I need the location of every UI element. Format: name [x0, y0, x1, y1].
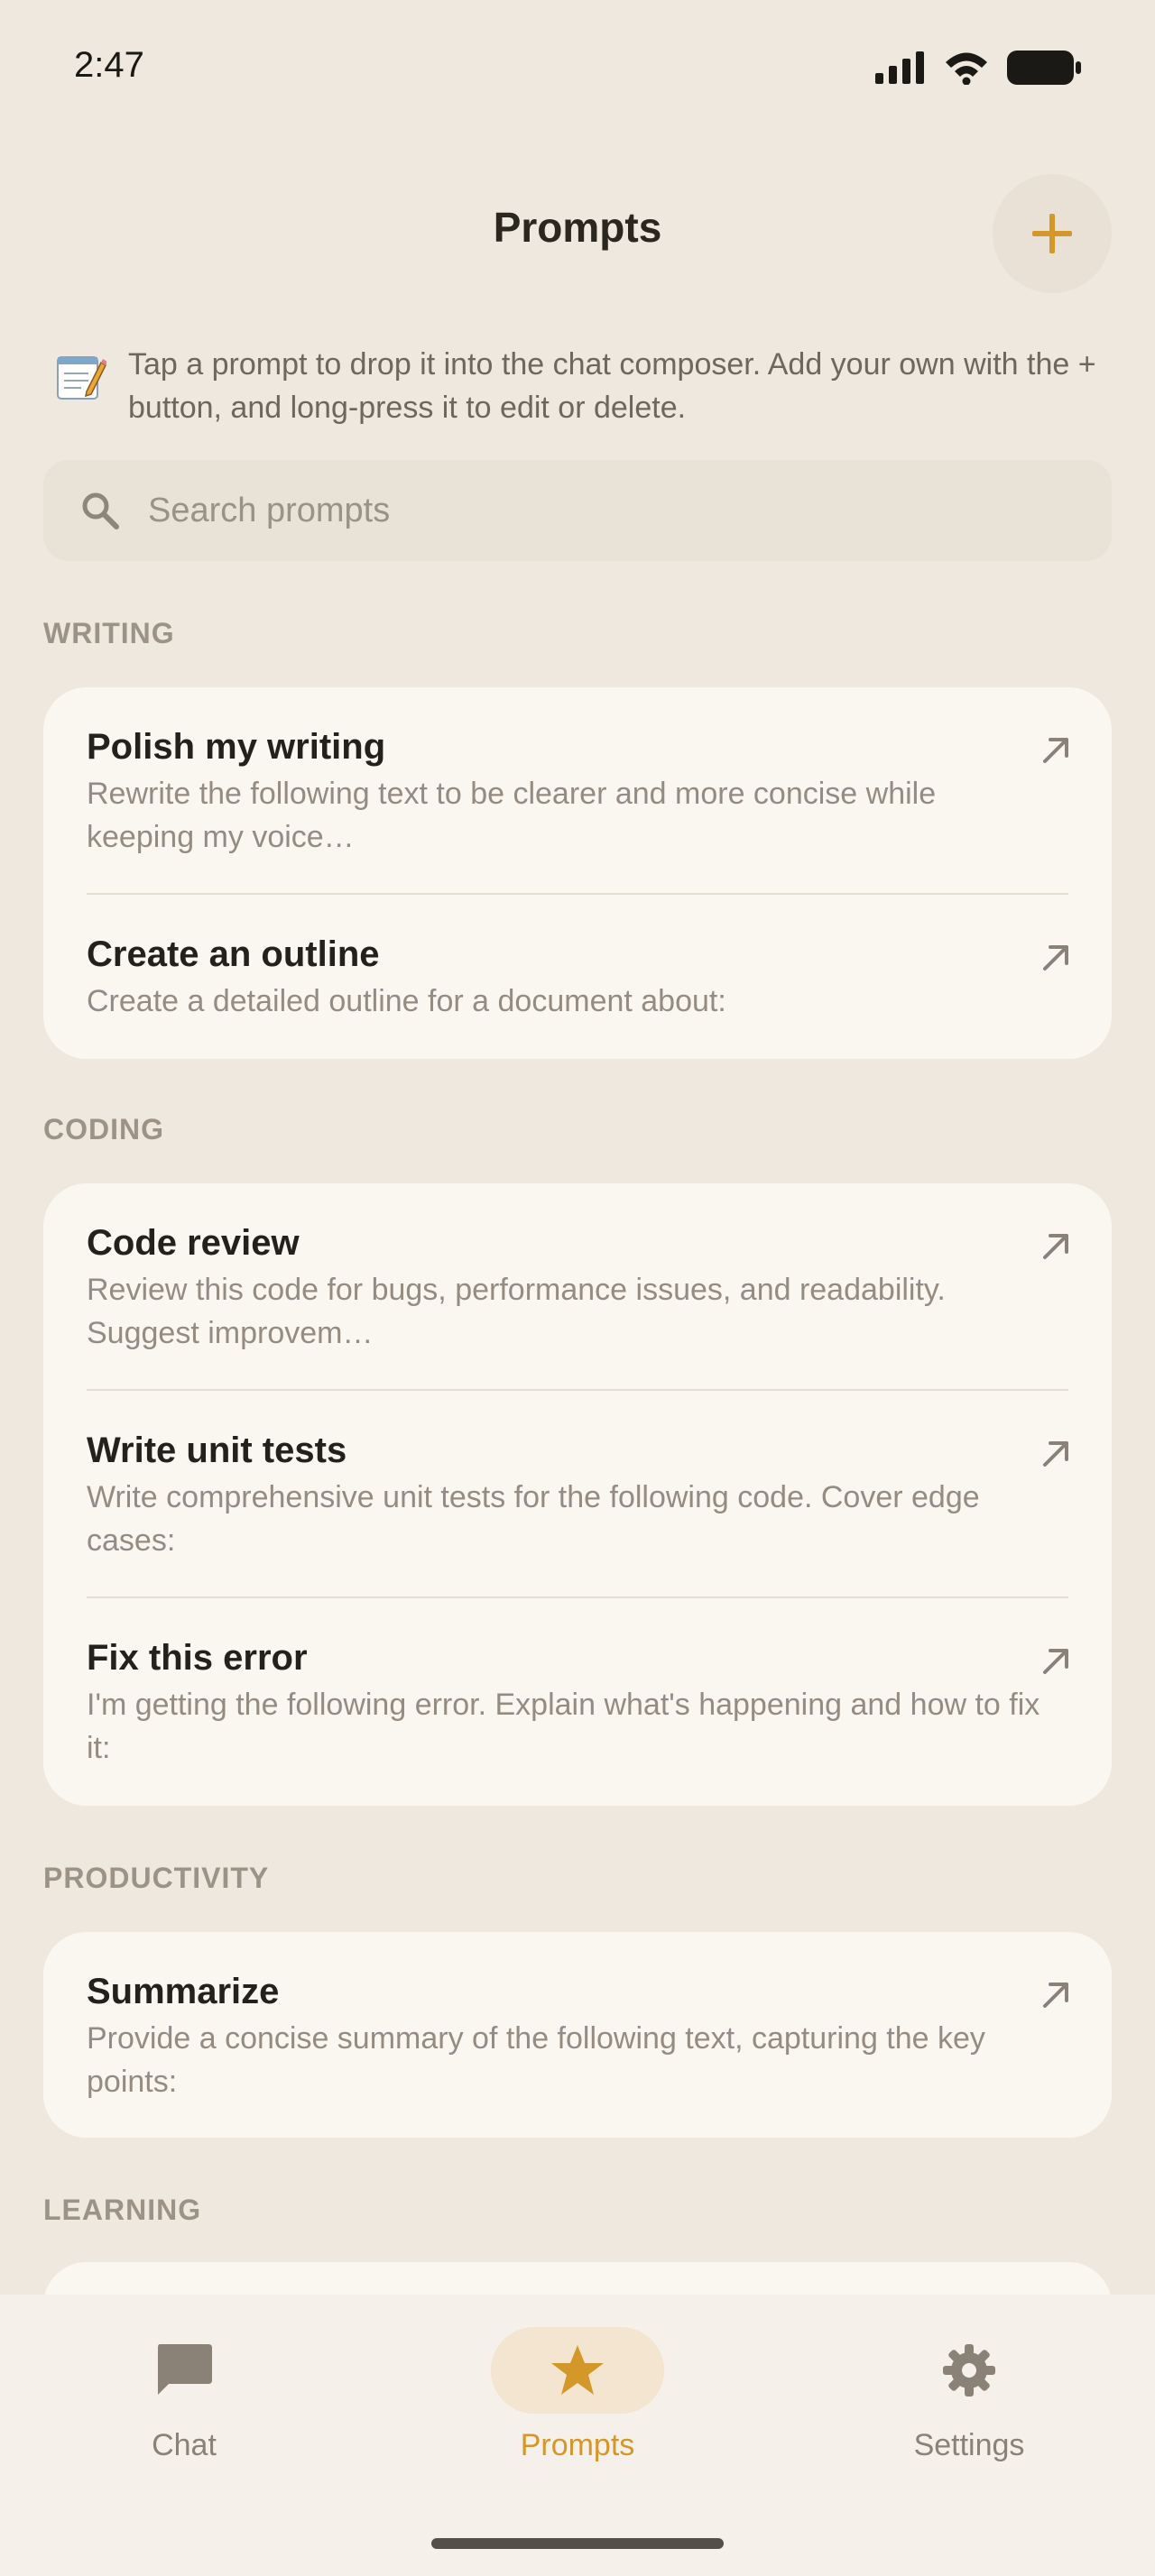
section-label-coding: CODING — [43, 1113, 164, 1145]
prompt-item-summarize[interactable]: Summarize Provide a concise summary of t… — [87, 1968, 1068, 2103]
insert-arrow-icon — [1043, 738, 1068, 763]
section-card-productivity: Summarize Provide a concise summary of t… — [43, 1932, 1112, 2138]
prompt-title: Fix this error — [87, 1638, 308, 1678]
prompt-item-create-an-outline[interactable]: Create an outline Create a detailed outl… — [87, 931, 1068, 1023]
section-label-learning: LEARNING — [43, 2194, 202, 2226]
status-time: 2:47 — [74, 45, 144, 85]
divider — [87, 1596, 1068, 1598]
wifi-icon — [946, 52, 987, 85]
section-card-coding: Code review Review this code for bugs, p… — [43, 1183, 1112, 1806]
insert-arrow-icon — [1043, 945, 1068, 971]
nav-label: Prompts — [520, 2428, 635, 2462]
battery-icon — [1007, 51, 1081, 85]
prompt-title: Polish my writing — [87, 727, 386, 767]
insert-arrow-icon — [1043, 1234, 1068, 1259]
prompts-screen: 2:47 Prompts Tap a prompt to drop it int… — [0, 0, 1155, 2576]
prompt-title: Code review — [87, 1223, 300, 1263]
insert-arrow-icon — [1043, 1983, 1068, 2008]
status-bar: 2:47 — [0, 0, 1155, 135]
insert-arrow-icon — [1043, 1649, 1068, 1674]
star-icon — [551, 2345, 604, 2395]
divider — [87, 1389, 1068, 1391]
page-title: Prompts — [493, 204, 662, 251]
prompt-description: I'm getting the following error. Explain… — [87, 1688, 1040, 1765]
prompt-item-code-review[interactable]: Code review Review this code for bugs, p… — [87, 1219, 1068, 1355]
gear-icon — [943, 2344, 995, 2397]
prompt-title: Summarize — [87, 1972, 280, 2011]
chat-bubble-icon — [158, 2344, 212, 2395]
prompt-item-write-unit-tests[interactable]: Write unit tests Write comprehensive uni… — [87, 1427, 1068, 1562]
nav-icon-container — [491, 2327, 664, 2414]
nav-icon-container — [97, 2327, 271, 2414]
header: Prompts — [0, 167, 1155, 293]
status-icons — [875, 51, 1081, 85]
prompt-description: Write comprehensive unit tests for the f… — [87, 1480, 980, 1558]
search-bar[interactable] — [43, 460, 1112, 561]
plus-icon — [1032, 214, 1072, 253]
insert-arrow-icon — [1043, 1441, 1068, 1467]
section-label-productivity: PRODUCTIVITY — [43, 1862, 270, 1894]
home-indicator — [431, 2538, 724, 2549]
section-card-writing: Polish my writing Rewrite the following … — [43, 687, 1112, 1059]
prompt-item-polish-my-writing[interactable]: Polish my writing Rewrite the following … — [87, 723, 1068, 859]
bottom-nav: Chat Prompts Settings — [0, 2295, 1155, 2576]
section-label-writing: WRITING — [43, 617, 175, 649]
nav-tab-prompts[interactable]: Prompts — [442, 2295, 713, 2475]
info-banner: Tap a prompt to drop it into the chat co… — [54, 343, 1110, 429]
search-icon — [82, 492, 119, 529]
info-text: Tap a prompt to drop it into the chat co… — [128, 347, 1096, 425]
divider — [87, 893, 1068, 895]
add-prompt-button[interactable] — [993, 174, 1112, 293]
nav-tab-chat[interactable]: Chat — [49, 2295, 319, 2475]
prompt-title: Create an outline — [87, 934, 380, 974]
prompt-item-fix-this-error[interactable]: Fix this error I'm getting the following… — [87, 1634, 1068, 1770]
nav-icon-container — [882, 2327, 1056, 2414]
nav-label: Settings — [913, 2428, 1025, 2462]
prompt-description: Rewrite the following text to be clearer… — [87, 777, 937, 854]
prompt-description: Create a detailed outline for a document… — [87, 984, 726, 1018]
prompt-description: Review this code for bugs, performance i… — [87, 1273, 946, 1350]
prompt-title: Write unit tests — [87, 1431, 347, 1470]
memo-icon — [57, 356, 106, 400]
cellular-signal-icon — [875, 51, 924, 84]
nav-label: Chat — [152, 2428, 217, 2462]
nav-tab-settings[interactable]: Settings — [834, 2295, 1104, 2475]
prompt-description: Provide a concise summary of the followi… — [87, 2021, 985, 2099]
search-input[interactable] — [148, 491, 960, 530]
